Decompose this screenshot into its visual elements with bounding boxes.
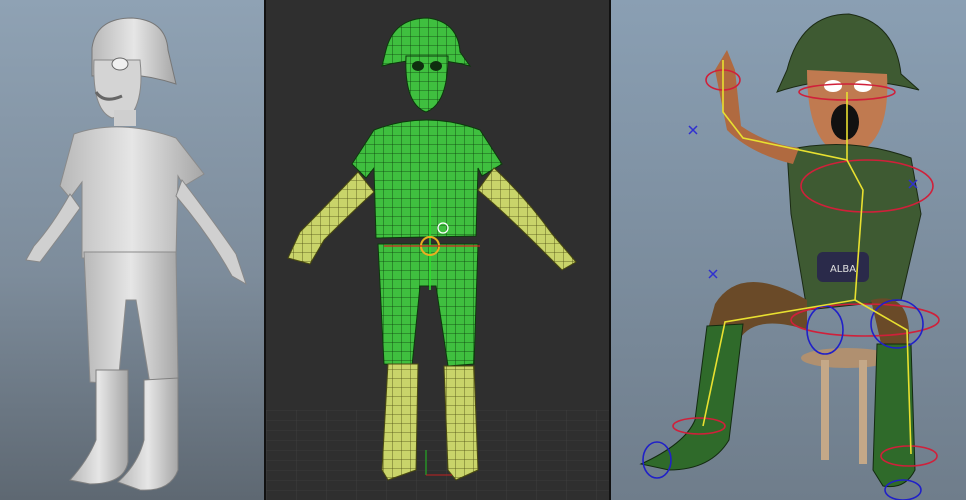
decal-label: ALBA	[830, 264, 856, 275]
rigged-panel: ALBA	[611, 0, 966, 500]
image-collage: ALBA	[0, 0, 966, 500]
gray-character	[25, 17, 247, 491]
ground-grid	[266, 410, 609, 500]
gray-sculpt-panel	[0, 0, 264, 500]
wireframe-panel	[266, 0, 609, 500]
rigged-character: ALBA	[639, 13, 940, 500]
wireframe-character	[266, 17, 609, 500]
